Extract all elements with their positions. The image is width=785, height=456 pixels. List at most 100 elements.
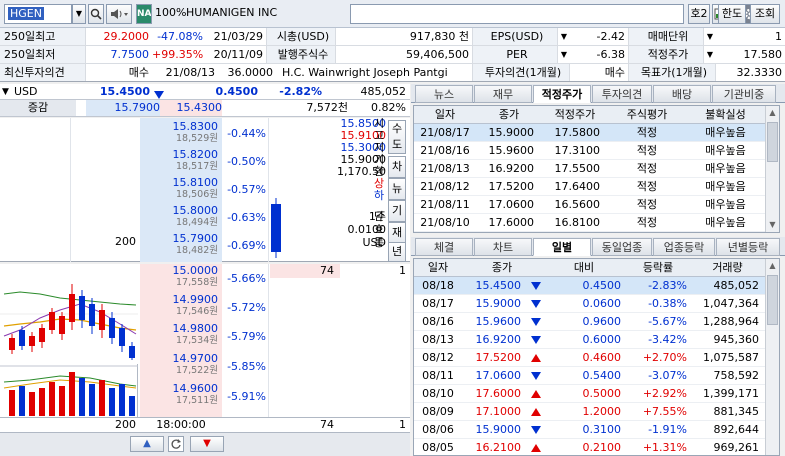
bid-level[interactable]: 15.0000 17,558원	[140, 264, 222, 288]
table-cell: -3.42%	[648, 333, 687, 346]
bid-level[interactable]: 14.9900 17,546원	[140, 293, 222, 317]
limit-button[interactable]: 한도	[718, 4, 746, 24]
mini-chart[interactable]	[0, 264, 138, 417]
dropdown-icon[interactable]: ▼	[72, 4, 86, 24]
tab-same-sector[interactable]: 동일업종	[592, 238, 652, 256]
table-cell: 0.5000	[582, 387, 622, 400]
table-cell: 21/08/17	[420, 126, 470, 139]
table-row[interactable]: 21/08/17 15.9000 17.5800 적정 매우높음	[414, 124, 765, 142]
scrollbar[interactable]: ▲ ▼	[765, 106, 779, 232]
table-row[interactable]: 08/11 17.0600 0.5400 -3.07% 758,592	[414, 367, 765, 385]
table-row[interactable]: 08/10 17.6000 0.5000 +2.92% 1,399,171	[414, 385, 765, 403]
ask-level[interactable]: 15.8000 18,494원	[140, 204, 222, 228]
daily-table: 일자 종가 대비 등락률 거래량 08/18 15.4500 0.4500 -2.83…	[413, 258, 780, 456]
tab-chart[interactable]: 차트	[474, 238, 532, 256]
bid-level[interactable]: 14.9700 17,522원	[140, 352, 222, 376]
tab-sector-change[interactable]: 업종등락	[653, 238, 715, 256]
table-cell: 적정	[636, 216, 658, 229]
side-button-info[interactable]: 기	[388, 200, 406, 222]
table-row[interactable]: 08/09 17.1000 1.2000 +7.55% 881,345	[414, 403, 765, 421]
table-cell: 15.9000	[488, 126, 535, 139]
bid-level[interactable]: 14.9800 17,534원	[140, 322, 222, 346]
low250-value: 7.7500	[110, 48, 150, 61]
total-bid: 74	[320, 418, 334, 431]
lot-value: 1	[775, 30, 782, 43]
table-cell: 945,360	[713, 333, 760, 346]
table-cell: 0.5400	[582, 369, 622, 382]
tab-daily[interactable]: 일별	[533, 238, 591, 256]
table-cell: 17.5800	[554, 126, 601, 139]
table-cell: 15.9600	[475, 315, 522, 328]
table-cell: 08/09	[422, 405, 454, 418]
table-cell: 15.9000	[475, 297, 522, 310]
table-row[interactable]: 21/08/12 17.5200 17.6400 적정 매우높음	[414, 178, 765, 196]
dropdown-icon[interactable]: ▼	[704, 28, 716, 45]
symbol-input[interactable]: HGEN	[4, 4, 72, 24]
table-row[interactable]: 08/06 15.9000 0.3100 -1.91% 892,644	[414, 421, 765, 439]
table-row[interactable]: 08/13 16.9200 0.6000 -3.42% 945,360	[414, 331, 765, 349]
currency-label: USD	[14, 85, 38, 98]
table-row[interactable]: 08/12 17.5200 0.4600 +2.70% 1,075,587	[414, 349, 765, 367]
scroll-down-button[interactable]: ▼	[190, 436, 224, 452]
table-row[interactable]: 08/16 15.9600 0.9600 -5.67% 1,288,964	[414, 313, 765, 331]
total-bar: 200 18:00:00 74 1	[0, 417, 410, 432]
bid-level[interactable]: 14.9600 17,511원	[140, 382, 222, 406]
table-row[interactable]: 08/18 15.4500 0.4500 -2.83% 485,052	[414, 277, 765, 295]
change-label: 증감	[0, 100, 76, 116]
table-row[interactable]: 08/17 15.9000 0.0600 -0.38% 1,047,364	[414, 295, 765, 313]
table-cell: 0.0600	[582, 297, 622, 310]
low250-label: 250일최저	[0, 46, 86, 63]
table-cell: -1.91%	[648, 423, 687, 436]
side-button-year[interactable]: 년	[388, 242, 406, 262]
memo-input[interactable]	[350, 4, 684, 24]
table-cell: +7.55%	[642, 405, 687, 418]
market-badge: NA	[136, 4, 152, 24]
quote-bar: ▼ USD 15.4500 0.4500 -2.82% 485,052	[0, 84, 410, 100]
side-button-news[interactable]: 뉴	[388, 178, 406, 200]
tab-fair-price[interactable]: 적정주가	[533, 85, 591, 103]
table-cell: 적정	[636, 144, 658, 157]
refresh-icon[interactable]	[168, 436, 184, 452]
dropdown-icon[interactable]: ▼	[558, 46, 570, 63]
table-row[interactable]: 08/05 16.2100 0.2100 +1.31% 969,261	[414, 439, 765, 456]
table-row[interactable]: 21/08/13 16.9200 17.5500 적정 매우높음	[414, 160, 765, 178]
lookup-button[interactable]: 조회	[750, 4, 780, 24]
side-button-sudo[interactable]: 수도	[388, 120, 406, 154]
quote-time: 18:00:00	[156, 418, 206, 431]
table-row[interactable]: 21/08/11 17.0600 16.5600 적정 매우높음	[414, 196, 765, 214]
ask-level[interactable]: 15.8200 18,517원	[140, 148, 222, 172]
table-cell: 매우높음	[705, 198, 746, 211]
table-cell: 17.5200	[475, 351, 522, 364]
tab-finance[interactable]: 재무	[474, 85, 532, 103]
tab-institution[interactable]: 기관비중	[712, 85, 776, 103]
table-header: 일자 종가 대비 등락률 거래량	[414, 259, 765, 277]
scroll-up-button[interactable]: ▲	[130, 436, 164, 452]
tab-dividend[interactable]: 배당	[653, 85, 711, 103]
dropdown-icon[interactable]: ▼	[2, 85, 9, 99]
tab-yearly-change[interactable]: 년별등락	[716, 238, 780, 256]
dropdown-icon[interactable]: ▼	[704, 46, 716, 63]
speaker-icon[interactable]	[106, 4, 132, 24]
table-cell: 08/18	[422, 279, 454, 292]
ask-pct: -0.50%	[227, 155, 266, 168]
ask-level[interactable]: 15.8100 18,506원	[140, 176, 222, 200]
bid-pct: -5.85%	[227, 360, 266, 373]
tab-opinion[interactable]: 투자의견	[592, 85, 652, 103]
side-button-chart[interactable]: 차	[388, 156, 406, 178]
ask-level[interactable]: 15.8300 18,529원	[140, 120, 222, 144]
table-row[interactable]: 21/08/10 17.6000 16.8100 적정 매우높음	[414, 214, 765, 232]
unit-lot-label: 단	[373, 210, 385, 223]
search-icon[interactable]	[88, 4, 104, 24]
table-row[interactable]: 21/08/16 15.9600 17.3100 적정 매우높음	[414, 142, 765, 160]
tab-news[interactable]: 뉴스	[415, 85, 473, 103]
table-cell: 21/08/12	[420, 180, 470, 193]
ask-level[interactable]: 15.7900 18,482원	[140, 232, 222, 256]
ask-pct: -0.63%	[227, 211, 266, 224]
scrollbar[interactable]: ▲	[765, 259, 779, 455]
dropdown-icon[interactable]: ▼	[558, 28, 570, 45]
table-cell: 21/08/16	[420, 144, 470, 157]
ho2-button[interactable]: 호2	[688, 4, 710, 24]
side-button-finance[interactable]: 재	[388, 222, 406, 244]
tab-trades[interactable]: 체결	[415, 238, 473, 256]
low250-pct: +99.35%	[152, 48, 204, 61]
